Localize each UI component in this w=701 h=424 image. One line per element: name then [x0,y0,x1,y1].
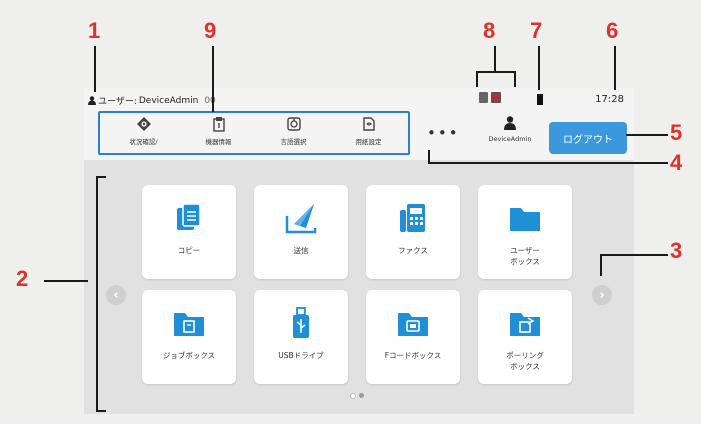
tile-label: コピー [177,246,201,255]
callout-number-4: 4 [670,150,683,175]
callout-bracket-2-top [96,176,106,178]
battery-icon [537,94,543,105]
callout-number-7: 7 [530,18,543,43]
callout-line-1 [94,46,96,92]
user-label: ユーザー: [98,97,137,107]
callout-line-8-left [476,71,478,87]
tile-label: 送信 [293,246,309,255]
callout-line-4-drop [428,150,430,163]
callout-line-2 [44,280,88,282]
tile-job-box[interactable]: ジョブボックス [142,290,236,384]
callout-line-8-right [514,71,516,87]
tile-polling-box[interactable]: ポーリング ボックス [478,290,572,384]
user-extra: 00 [204,95,216,106]
polling-box-folder-icon [510,313,540,336]
callout-line-7 [538,46,540,90]
page-dot-active [359,393,364,398]
job-box-folder-icon [174,313,204,336]
usb-drive-icon [293,307,309,338]
tile-label: ファクス [398,246,428,255]
callout-bracket-2-bottom [96,410,106,412]
callout-number-3: 3 [670,238,683,263]
tile-user-box[interactable]: ユーザー ボックス [478,185,572,279]
more-button[interactable]: ••• [427,124,460,142]
prev-page-button[interactable]: ‹ [106,285,126,305]
callout-line-6 [614,46,616,90]
tile-copy[interactable]: コピー [142,185,236,279]
status-alert-icon [491,92,501,103]
tile-label: USBドライブ [278,351,324,360]
callout-line-3 [600,254,668,256]
quick-access-highlight [98,111,410,155]
device-status-icons [479,92,501,103]
user-icon [88,96,96,105]
tile-usb-drive[interactable]: USBドライブ [254,290,348,384]
tile-fcode-box[interactable]: Fコードボックス [366,290,460,384]
tile-label: Fコードボックス [384,351,442,360]
callout-line-9 [212,46,214,112]
user-name: DeviceAdmin [138,95,199,106]
status-toner-icon [479,92,488,103]
callout-line-8-stem [494,46,496,72]
callout-line-8 [476,71,516,73]
user-box-folder-icon [510,208,540,231]
tile-label: ジョブボックス [162,351,216,360]
logout-button[interactable]: ログアウト [549,122,627,154]
admin-user-button[interactable]: DeviceAdmin [476,116,544,143]
login-user-info: ユーザー: DeviceAdmin 00 [88,94,220,107]
callout-number-6: 6 [606,18,619,43]
callout-number-2: 2 [16,266,29,291]
callout-number-9: 9 [204,18,217,43]
tile-send[interactable]: 送信 [254,185,348,279]
admin-user-label: DeviceAdmin [488,135,532,143]
callout-number-8: 8 [483,18,496,43]
copy-icon [177,203,201,230]
clock-time: 17:28 [595,94,624,105]
tile-fax[interactable]: ファクス [366,185,460,279]
callout-bracket-2 [96,176,98,412]
send-icon [285,204,317,234]
callout-line-3-drop [600,254,602,276]
tile-label: ユーザー ボックス [510,246,540,266]
next-page-button[interactable]: › [592,285,612,305]
tile-label: ポーリング ボックス [506,351,544,371]
callout-number-1: 1 [88,18,101,43]
callout-line-4 [428,162,668,164]
page-dot-inactive [350,393,356,399]
callout-number-5: 5 [670,120,683,145]
fax-icon [400,204,425,232]
fcode-box-folder-icon [398,313,428,336]
page-indicator [350,393,364,399]
callout-line-5 [626,134,668,136]
admin-user-icon [504,116,516,130]
